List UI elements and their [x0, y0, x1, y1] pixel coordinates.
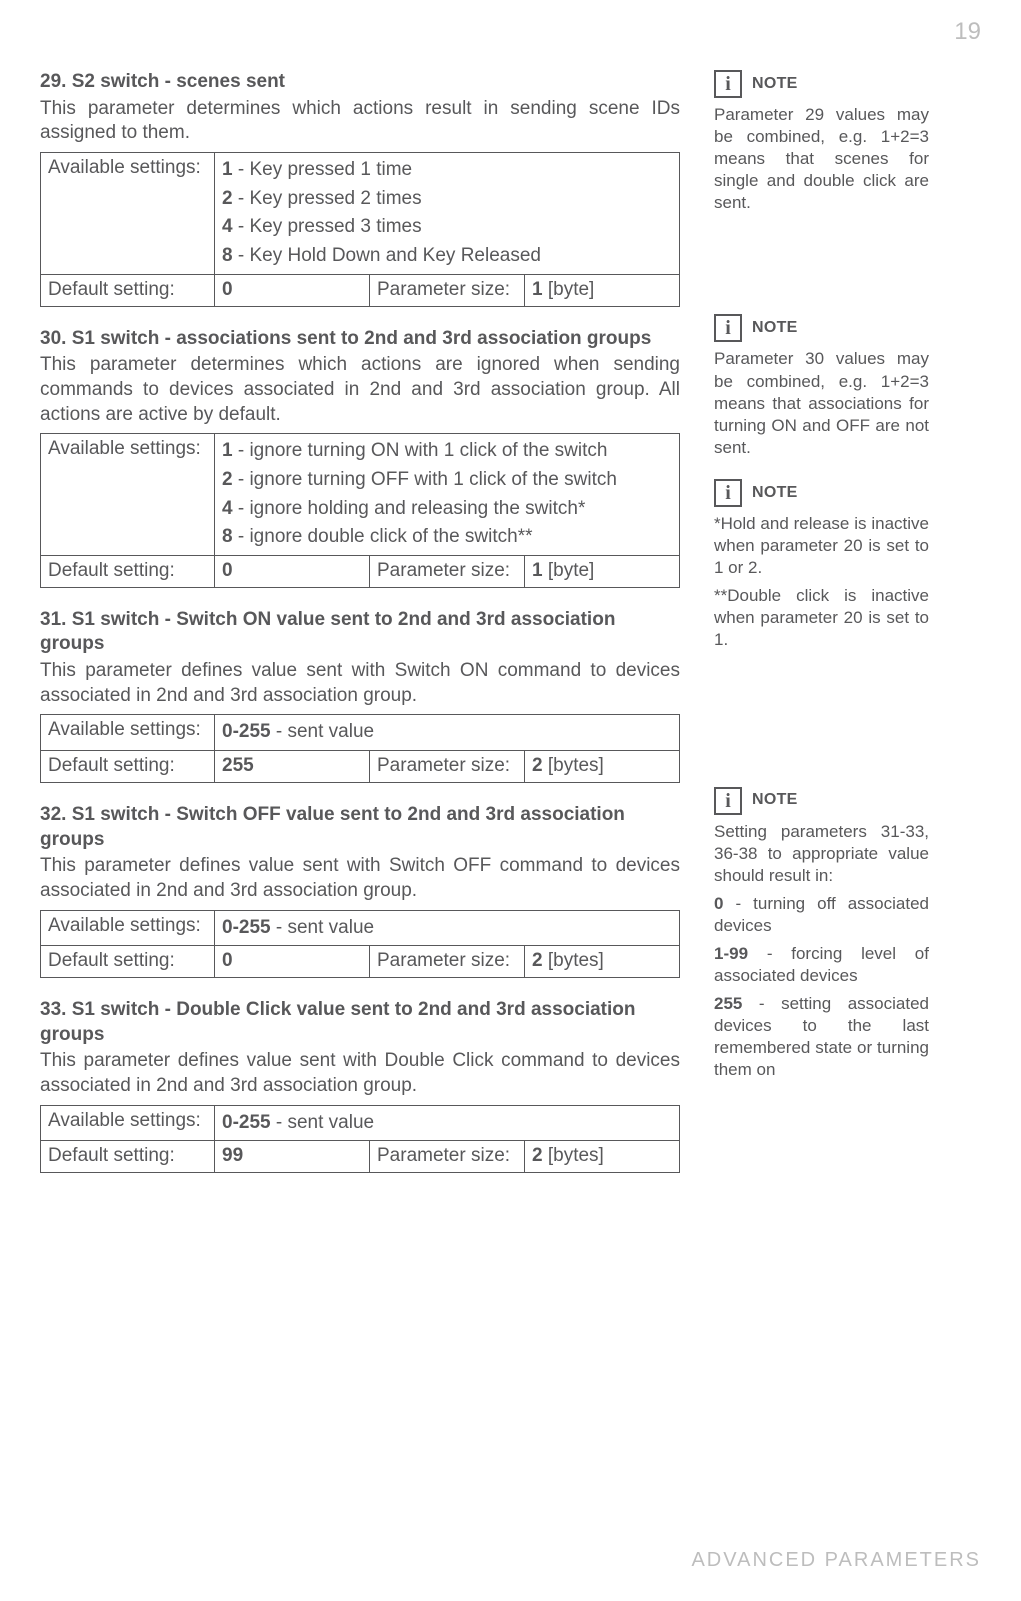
note-29: i NOTE Parameter 29 values may be combin…	[714, 70, 929, 214]
info-icon: i	[714, 70, 742, 98]
note-text: Setting parameters 31-33, 36-38 to appro…	[714, 821, 929, 887]
param-table: Available settings: 0-255 - sent value D…	[40, 910, 680, 978]
note-text: Parameter 29 values may be combined, e.g…	[714, 104, 929, 214]
default-setting-value: 0	[215, 946, 370, 978]
default-setting-label: Default setting:	[41, 751, 215, 783]
available-settings-value: 0-255 - sent value	[215, 1105, 680, 1141]
param-description: This parameter determines which actions …	[40, 97, 680, 146]
parameter-size-label: Parameter size:	[370, 274, 525, 306]
param-table: Available settings: 0-255 - sent value D…	[40, 1105, 680, 1173]
side-column: i NOTE Parameter 29 values may be combin…	[714, 70, 929, 1193]
parameter-size-label: Parameter size:	[370, 946, 525, 978]
note-text: 0 - turning off associ­ated devices	[714, 893, 929, 937]
parameter-size-value: 1 [byte]	[525, 274, 680, 306]
param-title: 33. S1 switch - Double Click value sent …	[40, 998, 680, 1047]
page-footer: ADVANCED PARAMETERS	[691, 1547, 981, 1573]
param-title: 30. S1 switch - associations sent to 2nd…	[40, 327, 680, 352]
info-icon: i	[714, 787, 742, 815]
default-setting-label: Default setting:	[41, 946, 215, 978]
parameter-size-label: Parameter size:	[370, 751, 525, 783]
param-description: This parameter defines value sent with D…	[40, 1049, 680, 1098]
default-setting-value: 0	[215, 274, 370, 306]
default-setting-value: 0	[215, 556, 370, 588]
param-table: Available settings: 1 - ignore turning O…	[40, 433, 680, 587]
note-31-33: i NOTE Setting parameters 31-33, 36-38 t…	[714, 787, 929, 1082]
param-section-31: 31. S1 switch - Switch ON value sent to …	[40, 608, 680, 783]
note-text: Parameter 30 values may be combined, e.g…	[714, 348, 929, 458]
main-column: 29. S2 switch - scenes sent This paramet…	[40, 70, 680, 1193]
param-title: 31. S1 switch - Switch ON value sent to …	[40, 608, 680, 657]
note-text: *Hold and release is inactive when param…	[714, 513, 929, 579]
available-settings-label: Available settings:	[41, 715, 215, 751]
note-text: **Double click is inac­tive when paramet…	[714, 585, 929, 651]
param-section-29: 29. S2 switch - scenes sent This paramet…	[40, 70, 680, 307]
available-settings-label: Available settings:	[41, 910, 215, 946]
default-setting-value: 99	[215, 1141, 370, 1173]
param-description: This parameter defines value sent with S…	[40, 659, 680, 708]
param-title: 32. S1 switch - Switch OFF value sent to…	[40, 803, 680, 852]
param-description: This parameter defines value sent with S…	[40, 854, 680, 903]
available-settings-value: 1 - Key pressed 1 time 2 - Key pressed 2…	[215, 153, 680, 275]
parameter-size-value: 2 [bytes]	[525, 1141, 680, 1173]
param-description: This parameter determines which actions …	[40, 353, 680, 427]
default-setting-label: Default setting:	[41, 1141, 215, 1173]
note-label: NOTE	[752, 483, 798, 504]
param-section-30: 30. S1 switch - associations sent to 2nd…	[40, 327, 680, 588]
note-text: 255 - setting associat­ed devices to the…	[714, 993, 929, 1081]
parameter-size-value: 2 [bytes]	[525, 946, 680, 978]
default-setting-label: Default setting:	[41, 274, 215, 306]
available-settings-value: 1 - ignore turning ON with 1 click of th…	[215, 434, 680, 556]
info-icon: i	[714, 314, 742, 342]
info-icon: i	[714, 479, 742, 507]
note-text: 1-99 - forcing level of associated devic…	[714, 943, 929, 987]
parameter-size-label: Parameter size:	[370, 556, 525, 588]
available-settings-label: Available settings:	[41, 1105, 215, 1141]
param-section-32: 32. S1 switch - Switch OFF value sent to…	[40, 803, 680, 978]
parameter-size-label: Parameter size:	[370, 1141, 525, 1173]
param-table: Available settings: 0-255 - sent value D…	[40, 714, 680, 782]
parameter-size-value: 2 [bytes]	[525, 751, 680, 783]
available-settings-value: 0-255 - sent value	[215, 910, 680, 946]
available-settings-label: Available settings:	[41, 434, 215, 556]
note-30: i NOTE Parameter 30 values may be combin…	[714, 314, 929, 458]
note-label: NOTE	[752, 318, 798, 339]
param-section-33: 33. S1 switch - Double Click value sent …	[40, 998, 680, 1173]
available-settings-label: Available settings:	[41, 153, 215, 275]
note-30-footnotes: i NOTE *Hold and release is inactive whe…	[714, 479, 929, 652]
param-table: Available settings: 1 - Key pressed 1 ti…	[40, 152, 680, 306]
default-setting-value: 255	[215, 751, 370, 783]
note-label: NOTE	[752, 74, 798, 95]
default-setting-label: Default setting:	[41, 556, 215, 588]
page-number: 19	[954, 16, 981, 47]
parameter-size-value: 1 [byte]	[525, 556, 680, 588]
param-title: 29. S2 switch - scenes sent	[40, 70, 680, 95]
note-label: NOTE	[752, 790, 798, 811]
available-settings-value: 0-255 - sent value	[215, 715, 680, 751]
